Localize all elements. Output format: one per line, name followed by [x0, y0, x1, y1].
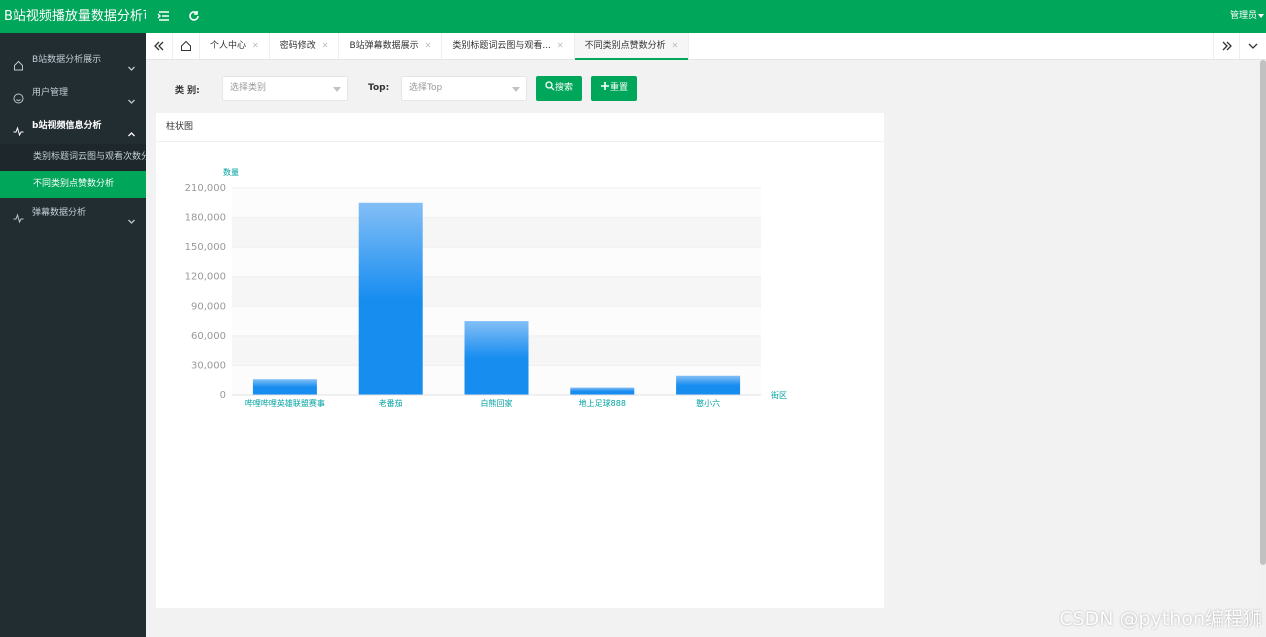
bar — [464, 321, 529, 395]
y-axis-title: 数量 — [223, 167, 239, 177]
dropdown-arrow-icon — [333, 87, 341, 92]
tab-likes-analysis[interactable]: 不同类别点赞数分析 ✕ — [574, 33, 690, 60]
x-tick-label: 白熊回家 — [481, 398, 513, 408]
dropdown-arrow-icon — [512, 87, 520, 92]
app-title: B站视频播放量数据分析可视化 — [4, 9, 146, 24]
watermark: CSDN @python编程狮 — [1059, 608, 1262, 630]
pulse-icon — [13, 120, 24, 137]
top-select[interactable]: 选择Top — [401, 76, 527, 101]
panel-title: 柱状图 — [156, 113, 884, 142]
search-icon — [545, 81, 555, 91]
plus-icon — [600, 82, 609, 90]
sidebar: B站数据分析展示 用户管理 b站视频信息分析 类别标题词云图与观看次数分析 不同… — [0, 33, 146, 637]
sidebar-subitem-wordcloud[interactable]: 类别标题词云图与观看次数分析 — [0, 144, 146, 171]
chevron-down-icon — [127, 56, 136, 71]
tab-label: 类别标题词云图与观看... — [452, 41, 551, 51]
home-icon — [13, 54, 24, 71]
search-button[interactable]: 搜索 — [536, 76, 582, 101]
reset-label: 重置 — [609, 83, 628, 93]
sidebar-item-label: b站视频信息分析 — [32, 121, 102, 131]
split-area — [232, 276, 761, 307]
user-name: 管理员 — [1229, 11, 1257, 21]
y-tick-label: 90,000 — [191, 301, 226, 312]
sidebar-subitem-likes-analysis[interactable]: 不同类别点赞数分析 — [0, 171, 146, 198]
y-tick-label: 150,000 — [185, 242, 226, 253]
tab-personal-center[interactable]: 个人中心 ✕ — [200, 33, 270, 59]
y-tick-label: 120,000 — [185, 272, 226, 283]
tab-wordcloud[interactable]: 类别标题词云图与观看... ✕ — [442, 33, 575, 59]
sidebar-submenu: 类别标题词云图与观看次数分析 不同类别点赞数分析 — [0, 144, 146, 198]
split-area — [232, 247, 761, 277]
user-menu[interactable]: 管理员 — [1230, 0, 1264, 33]
user-caret-icon — [1258, 13, 1264, 18]
tabs-scroll-left-icon[interactable] — [146, 33, 173, 59]
chart-panel: 柱状图 210,000 180,000 150,000 120,000 90,000 60… — [156, 113, 884, 608]
close-icon[interactable]: ✕ — [672, 41, 679, 50]
y-tick-label: 210,000 — [185, 183, 226, 194]
search-label: 搜索 — [554, 83, 573, 93]
y-tick-label: 60,000 — [191, 331, 226, 342]
chevron-down-icon — [127, 209, 136, 224]
sidebar-item-user-management[interactable]: 用户管理 — [0, 78, 146, 111]
bar — [676, 375, 741, 395]
close-icon[interactable]: ✕ — [557, 41, 564, 50]
home-tab-icon[interactable] — [173, 33, 200, 59]
tabs-dropdown-icon[interactable] — [1239, 33, 1265, 59]
menu-toggle-icon[interactable] — [156, 8, 172, 24]
tabs: 个人中心 ✕ 密码修改 ✕ B站弹幕数据展示 ✕ 类别标题词云图与观看... ✕ 不同类… — [200, 33, 690, 60]
category-placeholder: 选择类别 — [230, 83, 267, 93]
close-icon[interactable]: ✕ — [425, 41, 432, 50]
sidebar-item-label: B站数据分析展示 — [32, 55, 102, 65]
tab-danmaku-display[interactable]: B站弹幕数据展示 ✕ — [339, 33, 443, 59]
x-tick-label: 老番茄 — [379, 398, 403, 408]
sidebar-item-label: 用户管理 — [32, 88, 69, 98]
category-label: 类 别: — [175, 86, 200, 96]
x-tick-label: 地上足球888 — [579, 398, 626, 408]
bar — [570, 387, 635, 395]
tab-label: 密码修改 — [279, 41, 316, 51]
bar — [358, 202, 423, 395]
sidebar-item-bili-data-display[interactable]: B站数据分析展示 — [0, 45, 146, 78]
y-tick-label: 0 — [220, 390, 226, 401]
split-area — [232, 188, 761, 218]
bar — [252, 379, 317, 395]
x-axis-title: 街区 — [771, 390, 787, 400]
page-scrollbar-thumb[interactable] — [1260, 60, 1266, 565]
sidebar-item-danmaku-analysis[interactable]: 弹幕数据分析 — [0, 198, 146, 231]
tabs-scroll-right-icon[interactable] — [1213, 33, 1239, 59]
top-header: B站视频播放量数据分析可视化 管理员 — [0, 0, 1266, 33]
pulse-icon — [13, 207, 24, 224]
close-icon[interactable]: ✕ — [322, 41, 329, 50]
x-tick-label: 哔哩哔哩英雄联盟赛事 — [245, 398, 325, 408]
y-tick-label: 180,000 — [185, 213, 226, 224]
top-label: Top: — [368, 83, 390, 93]
tab-bar: 个人中心 ✕ 密码修改 ✕ B站弹幕数据展示 ✕ 类别标题词云图与观看... ✕ 不同类… — [146, 33, 1266, 60]
y-tick-label: 30,000 — [191, 360, 226, 371]
tab-label: 不同类别点赞数分析 — [584, 41, 666, 51]
split-area — [232, 217, 761, 248]
bar-chart: 210,000 180,000 150,000 120,000 90,000 60,000… — [185, 167, 787, 408]
chevron-up-icon — [127, 122, 136, 137]
category-select[interactable]: 选择类别 — [222, 76, 348, 101]
tab-password[interactable]: 密码修改 ✕ — [270, 33, 340, 59]
smile-icon — [13, 87, 24, 104]
reset-button[interactable]: 重置 — [591, 76, 637, 101]
sidebar-item-label: 弹幕数据分析 — [32, 208, 87, 218]
tab-label: 个人中心 — [210, 41, 247, 51]
close-icon[interactable]: ✕ — [252, 41, 259, 50]
tab-label: B站弹幕数据展示 — [349, 41, 419, 51]
chevron-down-icon — [127, 89, 136, 104]
top-placeholder: 选择Top — [409, 83, 443, 93]
x-tick-label: 憨小六 — [696, 398, 720, 408]
refresh-icon[interactable] — [186, 8, 202, 24]
sidebar-item-video-analysis[interactable]: b站视频信息分析 — [0, 111, 146, 144]
